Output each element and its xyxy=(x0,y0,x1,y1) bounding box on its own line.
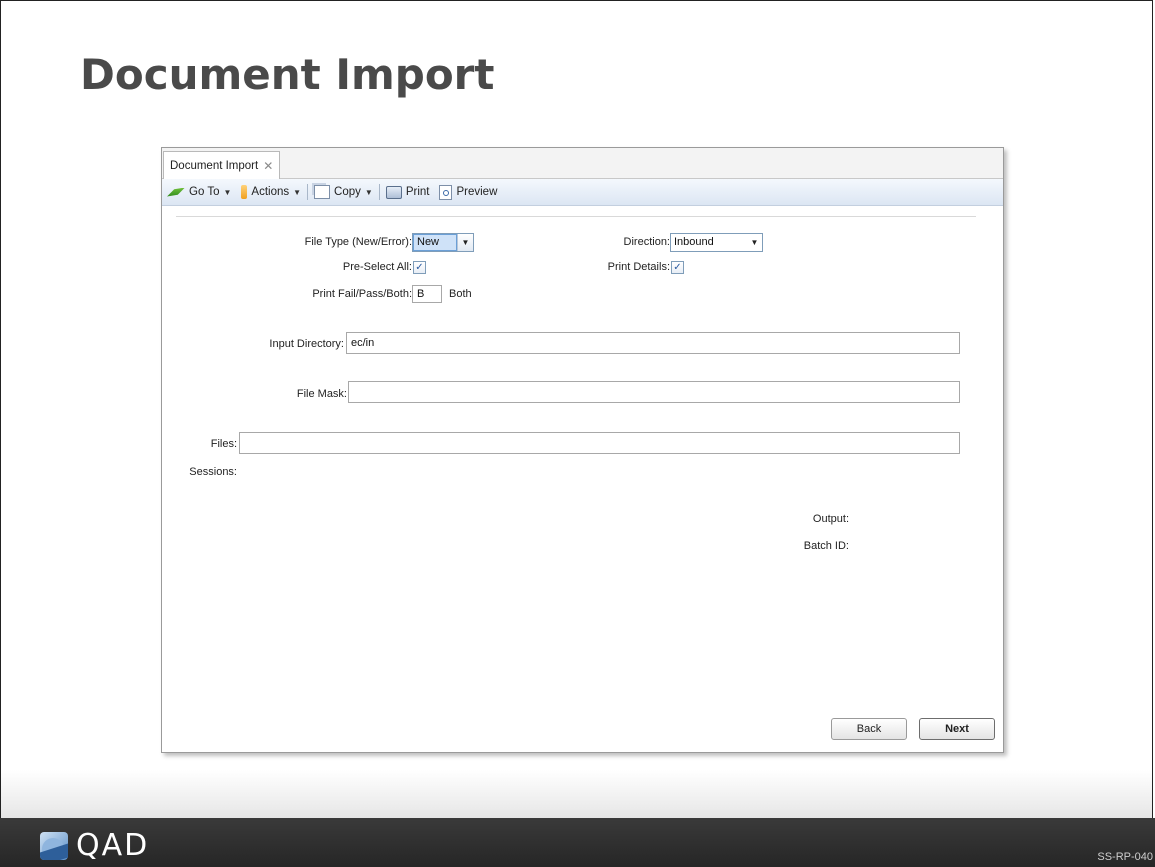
chevron-down-icon: ▼ xyxy=(364,187,373,197)
chevron-down-icon: ▼ xyxy=(293,187,302,197)
sessions-label: Sessions: xyxy=(189,466,237,478)
actions-icon xyxy=(241,185,248,199)
chevron-down-icon: ▼ xyxy=(223,187,232,197)
file-mask-field[interactable] xyxy=(348,381,960,403)
print-fail-field[interactable]: B xyxy=(412,285,442,303)
copy-label: Copy xyxy=(334,186,361,198)
goto-label: Go To xyxy=(189,186,220,198)
toolbar-separator xyxy=(378,184,380,200)
actions-label: Actions xyxy=(251,186,290,198)
brand-name: QAD xyxy=(76,828,150,863)
bottom-fade xyxy=(1,770,1152,818)
output-label: Output: xyxy=(812,513,849,525)
tab-strip: Document Import ✕ xyxy=(162,148,1003,179)
slide-title: Document Import xyxy=(80,50,495,99)
app-window: Document Import ✕ Go To ▼ Actions ▼ Copy… xyxy=(161,147,1004,753)
input-dir-field[interactable]: ec/in xyxy=(346,332,960,354)
preselect-label: Pre-Select All: xyxy=(342,261,412,273)
preview-button[interactable]: Preview xyxy=(434,181,502,203)
print-details-label: Print Details: xyxy=(607,261,670,273)
goto-icon xyxy=(167,187,185,197)
copy-icon xyxy=(314,185,331,199)
file-type-label: File Type (New/Error): xyxy=(304,236,412,248)
direction-value: Inbound xyxy=(674,236,714,248)
toolbar-separator xyxy=(307,184,309,200)
preselect-checkbox[interactable]: ✓ xyxy=(413,261,426,274)
direction-label: Direction: xyxy=(623,236,670,248)
actions-menu[interactable]: Actions ▼ xyxy=(236,181,306,203)
qad-logo-icon xyxy=(40,831,68,860)
preview-label: Preview xyxy=(456,186,498,198)
file-type-select[interactable]: New ▼ xyxy=(412,233,474,252)
close-icon[interactable]: ✕ xyxy=(263,159,273,173)
print-fail-desc: Both xyxy=(449,288,472,300)
print-fail-label: Print Fail/Pass/Both: xyxy=(312,288,412,300)
file-type-value: New xyxy=(413,234,457,251)
print-button[interactable]: Print xyxy=(381,181,435,203)
footer-bar: QAD SS-RP-040 xyxy=(0,818,1155,867)
divider xyxy=(176,216,976,217)
files-field[interactable] xyxy=(239,432,960,454)
print-details-checkbox[interactable]: ✓ xyxy=(671,261,684,274)
goto-menu[interactable]: Go To ▼ xyxy=(162,181,236,203)
preview-icon xyxy=(439,184,453,200)
toolbar: Go To ▼ Actions ▼ Copy ▼ Print Preview xyxy=(162,179,1003,206)
copy-menu[interactable]: Copy ▼ xyxy=(309,181,378,203)
batch-id-label: Batch ID: xyxy=(803,540,849,552)
back-button[interactable]: Back xyxy=(831,718,907,740)
print-icon xyxy=(385,185,402,199)
slide-code: SS-RP-040 xyxy=(1097,851,1153,863)
files-label: Files: xyxy=(210,438,237,450)
print-label: Print xyxy=(405,186,430,198)
chevron-down-icon[interactable]: ▼ xyxy=(747,234,762,251)
qad-logo: QAD xyxy=(40,828,149,863)
tab-document-import[interactable]: Document Import ✕ xyxy=(163,151,281,179)
tab-label: Document Import xyxy=(170,159,259,172)
direction-select[interactable]: Inbound ▼ xyxy=(670,233,763,252)
file-mask-label: File Mask: xyxy=(296,388,347,400)
next-button[interactable]: Next xyxy=(919,718,995,740)
input-dir-label: Input Directory: xyxy=(269,338,344,350)
chevron-down-icon[interactable]: ▼ xyxy=(457,234,473,251)
